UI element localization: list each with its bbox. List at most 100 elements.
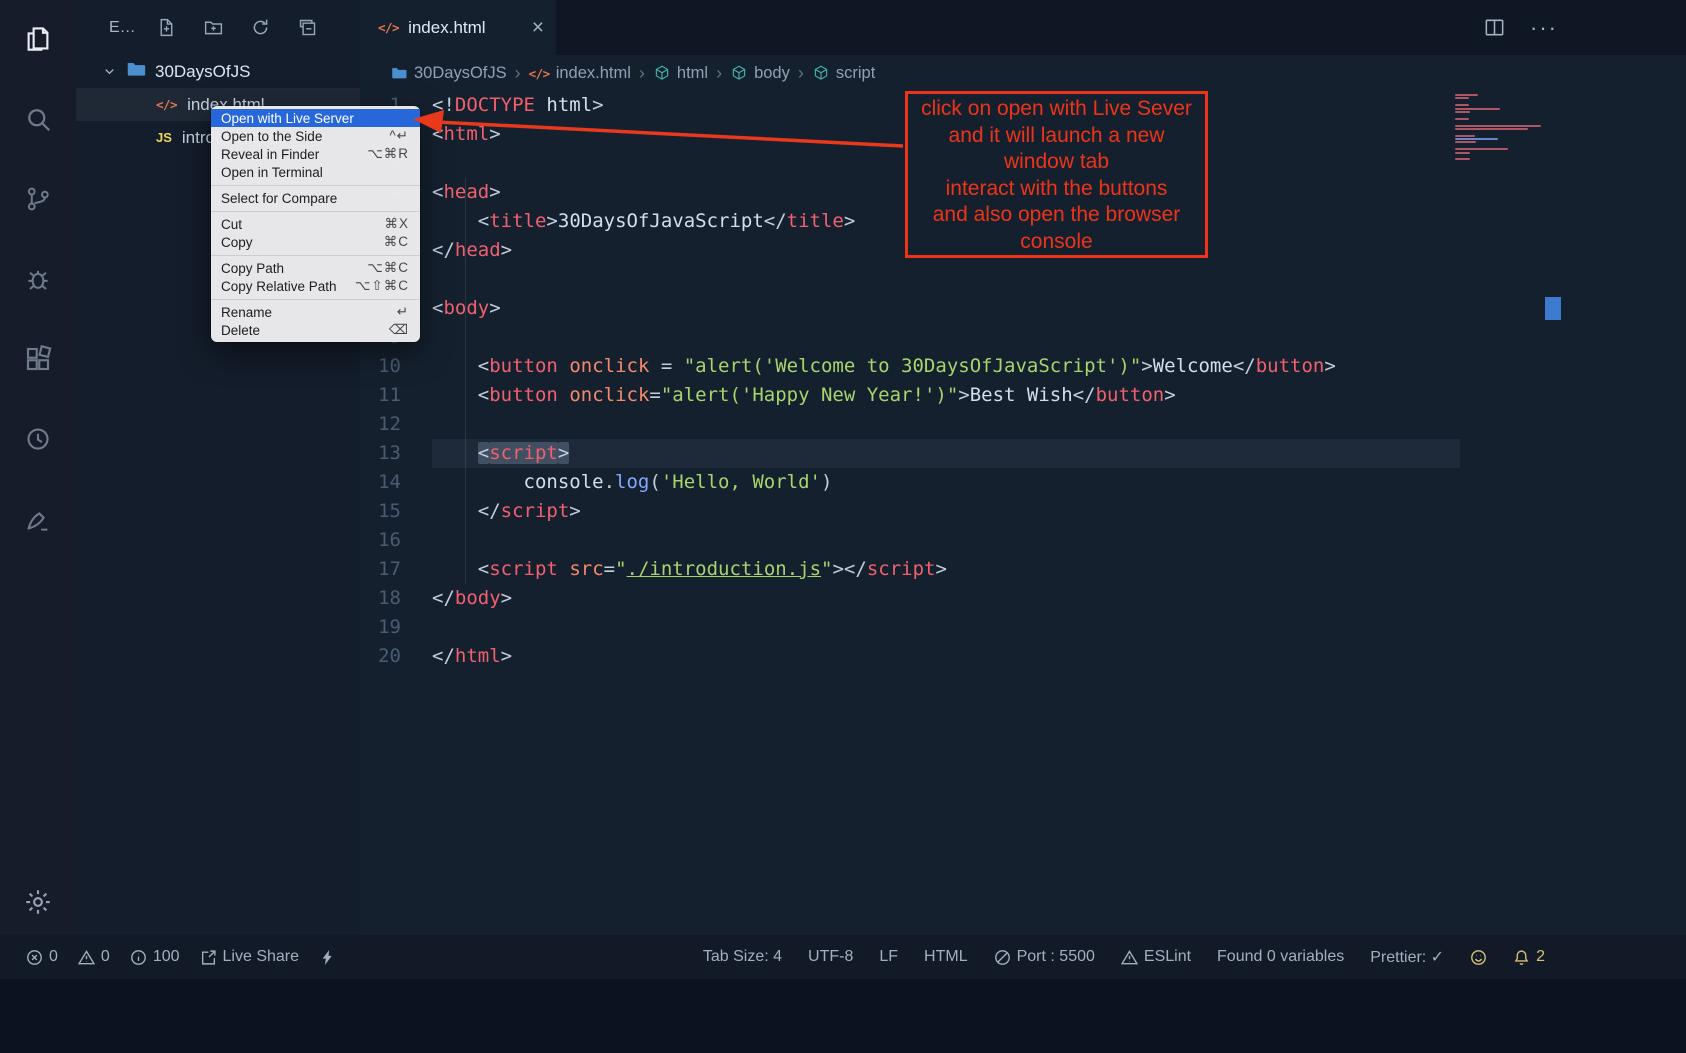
menu-item-delete[interactable]: Delete⌫ [211, 321, 420, 339]
code-line-19[interactable]: 19 [360, 613, 1460, 642]
annotation-box: click on open with Live Severand it will… [905, 91, 1208, 258]
new-file-icon[interactable] [156, 17, 177, 38]
code-line-15[interactable]: 15 </script> [360, 497, 1460, 526]
extensions-icon[interactable] [21, 342, 55, 376]
code-line-text: <script src="./introduction.js"></script… [432, 555, 1460, 584]
status-tab-size-4[interactable]: Tab Size: 4 [703, 948, 782, 966]
pen-icon[interactable] [21, 502, 55, 536]
line-number: 18 [360, 584, 432, 613]
status-0[interactable]: 0 [26, 948, 58, 966]
code-line-text: </body> [432, 584, 1460, 613]
refresh-icon[interactable] [250, 17, 271, 38]
breadcrumb-separator: › [716, 63, 722, 84]
status-port-5500[interactable]: Port : 5500 [994, 948, 1095, 966]
folder-row-30daysofjs[interactable]: 30DaysOfJS [76, 55, 360, 88]
smiley-icon [1470, 949, 1487, 966]
sidebar-title: E… [109, 19, 136, 37]
menu-item-copy-path[interactable]: Copy Path⌥⌘C [211, 259, 420, 277]
explorer-icon[interactable] [21, 22, 55, 56]
search-icon[interactable] [21, 102, 55, 136]
breadcrumb-30daysofjs[interactable]: 30DaysOfJS [390, 64, 507, 83]
html-file-icon: </> [378, 20, 399, 35]
source-control-icon[interactable] [21, 182, 55, 216]
symbol-cube-icon [653, 64, 671, 82]
code-line-20[interactable]: 20</html> [360, 642, 1460, 671]
warning-triangle-icon [78, 949, 95, 966]
tab-index-html[interactable]: </> index.html × [360, 0, 556, 55]
breadcrumb-script[interactable]: script [812, 64, 875, 83]
activity-bar-bottom [21, 885, 55, 935]
code-line-11[interactable]: 11 <button onclick="alert('Happy New Yea… [360, 381, 1460, 410]
lightning-icon [319, 949, 336, 966]
run-debug-icon[interactable] [21, 262, 55, 296]
tab-bar: </> index.html × ··· [360, 0, 1686, 55]
menu-item-open-in-terminal[interactable]: Open in Terminal [211, 163, 420, 181]
code-line-8[interactable]: 8<body> [360, 294, 1460, 323]
status-live-share[interactable]: Live Share [200, 948, 300, 966]
line-number: 11 [360, 381, 432, 410]
code-line-17[interactable]: 17 <script src="./introduction.js"></scr… [360, 555, 1460, 584]
status-100[interactable]: 100 [130, 948, 180, 966]
menu-item-copy[interactable]: Copy⌘C [211, 233, 420, 251]
status-utf-8[interactable]: UTF-8 [808, 948, 853, 966]
code-line-12[interactable]: 12 [360, 410, 1460, 439]
error-circle-icon [26, 949, 43, 966]
code-line-text: </script> [432, 497, 1460, 526]
collapse-all-icon[interactable] [297, 17, 318, 38]
more-actions-icon[interactable]: ··· [1530, 15, 1558, 41]
menu-item-reveal-in-finder[interactable]: Reveal in Finder⌥⌘R [211, 145, 420, 163]
status-bar-left: 0 0 100 Live Share [26, 948, 336, 966]
status-found-0-variables[interactable]: Found 0 variables [1217, 948, 1344, 966]
breadcrumb-body[interactable]: body [730, 64, 790, 83]
status-lf[interactable]: LF [879, 948, 898, 966]
status-eslint[interactable]: ESLint [1121, 948, 1191, 966]
code-line-text: console.log('Hello, World') [432, 468, 1460, 497]
menu-item-rename[interactable]: Rename↵ [211, 303, 420, 321]
code-line-14[interactable]: 14 console.log('Hello, World') [360, 468, 1460, 497]
code-line-16[interactable]: 16 [360, 526, 1460, 555]
history-icon[interactable] [21, 422, 55, 456]
circle-slash-icon [994, 949, 1011, 966]
split-editor-icon[interactable] [1483, 16, 1506, 39]
code-line-18[interactable]: 18</body> [360, 584, 1460, 613]
annotation-line: click on open with Live Sever [908, 96, 1205, 123]
menu-item-open-with-live-server[interactable]: Open with Live Server [211, 109, 420, 127]
menu-separator [211, 255, 420, 256]
tab-close-icon[interactable]: × [532, 17, 544, 38]
code-line-9[interactable]: 9 [360, 323, 1460, 352]
info-circle-icon [130, 949, 147, 966]
code-line-7[interactable]: 7 [360, 265, 1460, 294]
code-line-text [432, 265, 1460, 294]
menu-item-copy-relative-path[interactable]: Copy Relative Path⌥⇧⌘C [211, 277, 420, 295]
code-line-13[interactable]: 13 <script> [360, 439, 1460, 468]
chevron-down-icon [102, 64, 117, 79]
breadcrumb-index-html[interactable]: </>index.html [529, 64, 631, 83]
menu-item-cut[interactable]: Cut⌘X [211, 215, 420, 233]
breadcrumbs: 30DaysOfJS›</>index.html›html›body›scrip… [360, 55, 1686, 91]
status-html[interactable]: HTML [924, 948, 968, 966]
overview-ruler-decoration [1545, 297, 1561, 320]
annotation-line: and also open the browser [908, 202, 1205, 229]
menu-separator [211, 211, 420, 212]
annotation-line: window tab [908, 149, 1205, 176]
settings-gear-icon[interactable] [21, 885, 55, 919]
status-prettier[interactable]: Prettier: ✓ [1370, 947, 1444, 967]
live-share-icon [200, 949, 217, 966]
status-2[interactable]: 2 [1513, 948, 1545, 966]
sidebar-header: E… [76, 0, 360, 55]
menu-item-open-to-the-side[interactable]: Open to the Side^↵ [211, 127, 420, 145]
status-lightning[interactable] [319, 949, 336, 966]
code-line-text: <button onclick = "alert('Welcome to 30D… [432, 352, 1460, 381]
context-menu: Open with Live ServerOpen to the Side^↵R… [211, 106, 420, 342]
status-0[interactable]: 0 [78, 948, 110, 966]
vscode-window: E… 30DaysOfJS </>index.htmlJSintroductio… [0, 0, 1686, 1053]
line-number: 15 [360, 497, 432, 526]
code-line-text: <button onclick="alert('Happy New Year!'… [432, 381, 1460, 410]
breadcrumb-html[interactable]: html [653, 64, 708, 83]
new-folder-icon[interactable] [203, 17, 224, 38]
menu-item-select-for-compare[interactable]: Select for Compare [211, 189, 420, 207]
code-line-10[interactable]: 10 <button onclick = "alert('Welcome to … [360, 352, 1460, 381]
status-smiley[interactable] [1470, 949, 1487, 966]
minimap[interactable] [1455, 94, 1545, 162]
line-number: 14 [360, 468, 432, 497]
